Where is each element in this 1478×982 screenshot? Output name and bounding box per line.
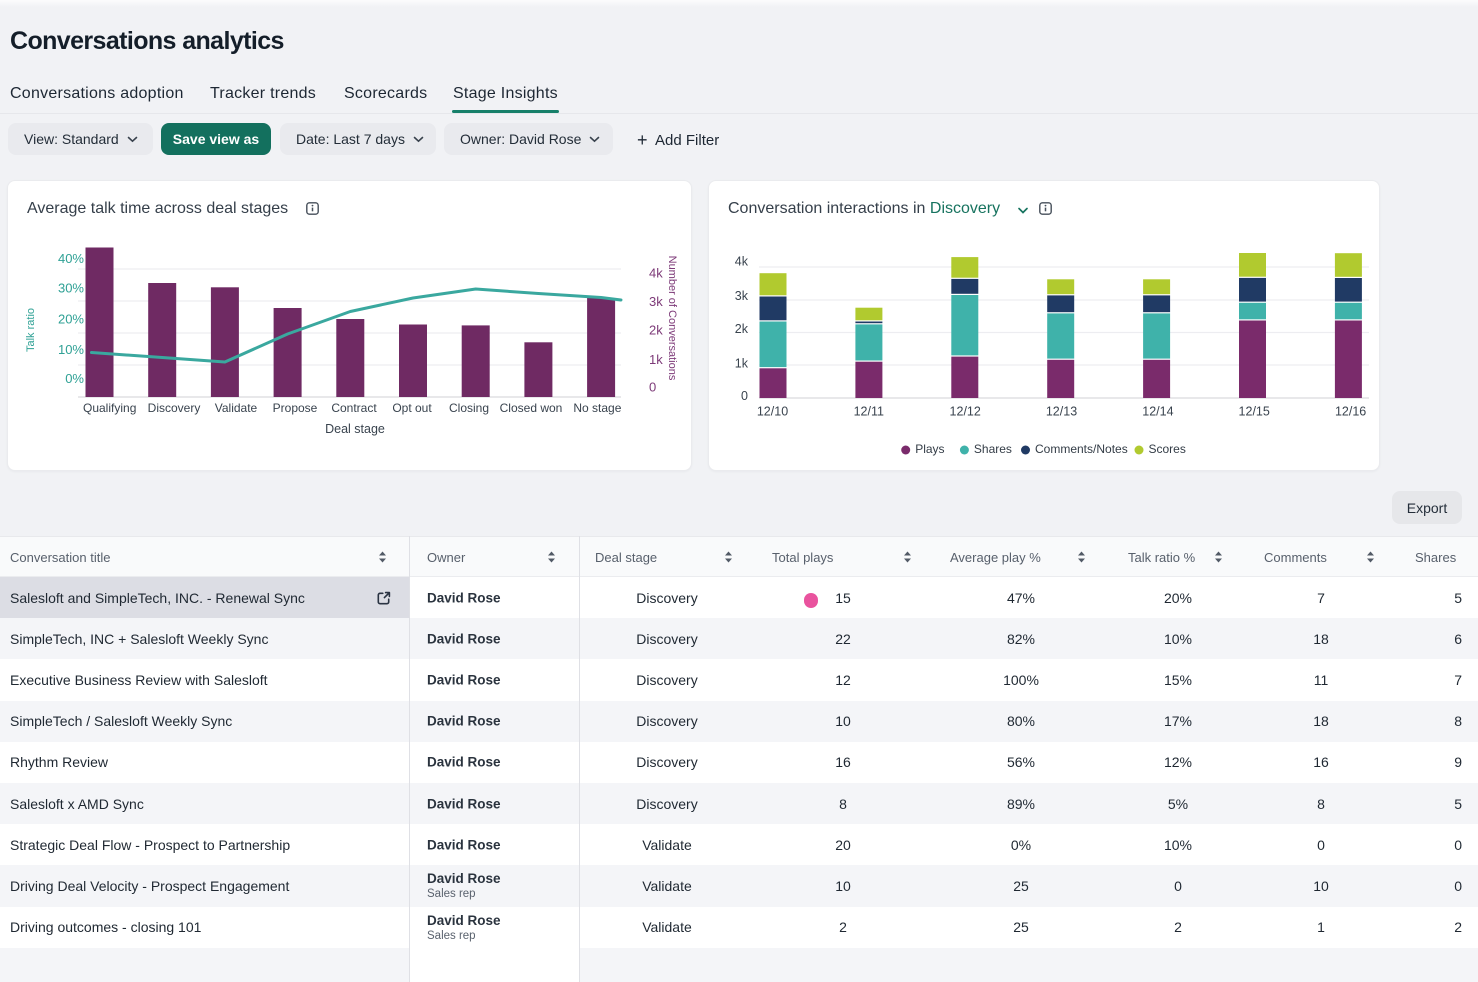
svg-text:Contract: Contract bbox=[331, 401, 377, 415]
svg-text:Comments/Notes: Comments/Notes bbox=[1035, 442, 1128, 456]
svg-text:Discovery: Discovery bbox=[148, 401, 201, 415]
svg-text:12/15: 12/15 bbox=[1239, 405, 1270, 419]
svg-text:12/11: 12/11 bbox=[854, 405, 884, 419]
svg-text:4k: 4k bbox=[735, 255, 749, 269]
svg-text:Closed won: Closed won bbox=[500, 401, 563, 415]
svg-text:2k: 2k bbox=[735, 322, 749, 336]
svg-text:12/14: 12/14 bbox=[1142, 405, 1173, 419]
svg-text:3k: 3k bbox=[649, 294, 663, 309]
svg-text:Scores: Scores bbox=[1149, 442, 1186, 456]
svg-text:0: 0 bbox=[741, 389, 748, 403]
svg-text:Propose: Propose bbox=[273, 401, 318, 415]
svg-text:Deal stage: Deal stage bbox=[325, 422, 385, 436]
svg-text:No stage: No stage bbox=[573, 401, 621, 415]
svg-text:Plays: Plays bbox=[915, 442, 944, 456]
svg-text:1k: 1k bbox=[649, 352, 663, 367]
svg-text:10%: 10% bbox=[58, 342, 84, 357]
svg-text:40%: 40% bbox=[58, 251, 84, 266]
svg-text:Number of Conversations: Number of Conversations bbox=[666, 256, 678, 381]
svg-text:Qualifying: Qualifying bbox=[83, 401, 136, 415]
svg-text:0%: 0% bbox=[65, 371, 84, 386]
svg-text:Opt out: Opt out bbox=[392, 401, 432, 415]
svg-text:1k: 1k bbox=[735, 357, 749, 371]
svg-text:Talk ratio: Talk ratio bbox=[25, 308, 37, 352]
svg-text:30%: 30% bbox=[58, 280, 84, 295]
svg-text:12/12: 12/12 bbox=[950, 405, 981, 419]
svg-text:12/10: 12/10 bbox=[757, 405, 788, 419]
svg-text:Validate: Validate bbox=[215, 401, 258, 415]
svg-text:4k: 4k bbox=[649, 266, 663, 281]
svg-text:Shares: Shares bbox=[974, 442, 1012, 456]
svg-text:0: 0 bbox=[649, 380, 656, 395]
svg-text:3k: 3k bbox=[735, 289, 749, 303]
svg-text:20%: 20% bbox=[58, 312, 84, 327]
svg-text:12/16: 12/16 bbox=[1335, 405, 1366, 419]
svg-text:2k: 2k bbox=[649, 322, 663, 337]
svg-text:Closing: Closing bbox=[449, 401, 489, 415]
svg-text:12/13: 12/13 bbox=[1046, 405, 1077, 419]
